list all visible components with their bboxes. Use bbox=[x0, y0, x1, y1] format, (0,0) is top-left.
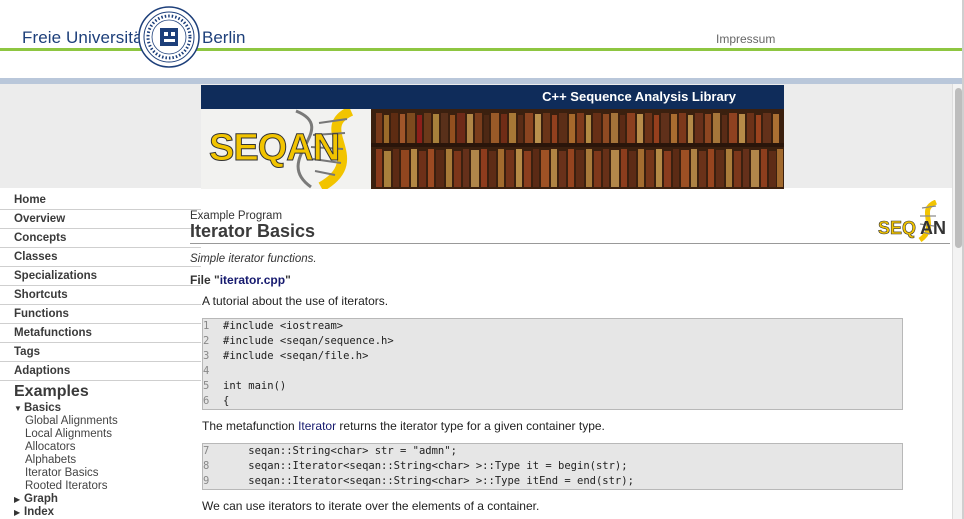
nav-shortcuts[interactable]: Shortcuts bbox=[0, 286, 201, 305]
code-line: 5 int main() bbox=[203, 379, 902, 394]
file-heading-suffix: " bbox=[285, 273, 291, 287]
paragraph-text: returns the iterator type for a given co… bbox=[336, 419, 605, 433]
tree-item-iterator-basics[interactable]: Iterator Basics bbox=[14, 467, 204, 480]
university-seal-icon[interactable] bbox=[138, 6, 200, 68]
impressum-link[interactable]: Impressum bbox=[716, 32, 775, 46]
seqan-logo-icon: SEQ AN bbox=[878, 200, 946, 242]
metafunction-paragraph: The metafunction Iterator returns the it… bbox=[202, 419, 605, 433]
tree-node-label: Index bbox=[24, 506, 55, 518]
code-line: 9 seqan::Iterator<seqan::String<char> >:… bbox=[203, 474, 902, 489]
paragraph-text: The metafunction bbox=[202, 419, 299, 433]
code-line: 1 #include <iostream> bbox=[203, 319, 902, 334]
nav-concepts[interactable]: Concepts bbox=[0, 229, 201, 248]
line-number: 4 bbox=[203, 365, 210, 377]
nav-metafunctions[interactable]: Metafunctions bbox=[0, 324, 201, 343]
line-number: 2 bbox=[203, 335, 210, 347]
nav-tags[interactable]: Tags bbox=[0, 343, 201, 362]
expanded-triangle-icon[interactable]: ▼ bbox=[14, 402, 24, 415]
tree-node-label: Basics bbox=[24, 402, 62, 414]
banner-title-bar: C++ Sequence Analysis Library bbox=[201, 85, 784, 109]
tree-item-alphabets[interactable]: Alphabets bbox=[14, 454, 204, 467]
code-text: seqan::Iterator<seqan::String<char> >::T… bbox=[223, 475, 634, 487]
nav-functions[interactable]: Functions bbox=[0, 305, 201, 324]
svg-text:AN: AN bbox=[920, 218, 946, 238]
code-text: seqan::Iterator<seqan::String<char> >::T… bbox=[223, 460, 628, 472]
page-title: Iterator Basics bbox=[190, 221, 316, 241]
university-name[interactable]: Freie Universität bbox=[22, 28, 147, 48]
banner-title: C++ Sequence Analysis Library bbox=[542, 89, 736, 104]
tree-node-label: Graph bbox=[24, 493, 58, 505]
nav-overview[interactable]: Overview bbox=[0, 210, 201, 229]
code-block: 1 #include <iostream> 2 #include <seqan/se… bbox=[202, 318, 903, 410]
line-number: 7 bbox=[203, 445, 210, 457]
file-link[interactable]: iterator.cpp bbox=[220, 273, 285, 287]
file-heading: File "iterator.cpp" bbox=[190, 273, 291, 287]
code-block: 7 seqan::String<char> str = "admn"; 8 se… bbox=[202, 443, 903, 490]
nav-classes[interactable]: Classes bbox=[0, 248, 201, 267]
tree-node-graph[interactable]: ▶ Graph bbox=[14, 493, 204, 506]
line-number: 6 bbox=[203, 395, 210, 407]
code-text: #include <iostream> bbox=[223, 320, 344, 332]
code-line: 2 #include <seqan/sequence.h> bbox=[203, 334, 902, 349]
university-city[interactable]: Berlin bbox=[202, 28, 245, 48]
tree-node-basics[interactable]: ▼ Basics bbox=[14, 402, 204, 415]
line-number: 8 bbox=[203, 460, 210, 472]
page-subtitle: Simple iterator functions. bbox=[190, 253, 317, 265]
banner-logo-text: SEQAN bbox=[208, 127, 340, 170]
intro-paragraph: A tutorial about the use of iterators. bbox=[202, 294, 389, 308]
svg-text:SEQ: SEQ bbox=[878, 218, 916, 238]
collapsed-triangle-icon[interactable]: ▶ bbox=[14, 493, 24, 506]
tree-item-local-alignments[interactable]: Local Alignments bbox=[14, 428, 204, 441]
line-number: 3 bbox=[203, 350, 210, 362]
nav-home[interactable]: Home bbox=[0, 191, 201, 210]
line-number: 1 bbox=[203, 320, 210, 332]
code-text: seqan::String<char> str = "admn"; bbox=[223, 445, 457, 457]
title-divider bbox=[190, 243, 950, 244]
examples-heading[interactable]: Examples bbox=[14, 383, 89, 401]
tree-item-rooted-iterators[interactable]: Rooted Iterators bbox=[14, 480, 204, 493]
sidebar-nav: Home Overview Concepts Classes Specializ… bbox=[0, 191, 201, 381]
nav-adaptions[interactable]: Adaptions bbox=[0, 362, 201, 381]
seqan-banner: C++ Sequence Analysis Library SEQAN bbox=[201, 85, 784, 189]
collapsed-triangle-icon[interactable]: ▶ bbox=[14, 506, 24, 519]
examples-tree: ▼ Basics Global Alignments Local Alignmen… bbox=[14, 402, 204, 519]
tree-item-global-alignments[interactable]: Global Alignments bbox=[14, 415, 204, 428]
tree-node-index[interactable]: ▶ Index bbox=[14, 506, 204, 519]
code-text: { bbox=[223, 395, 230, 407]
line-number: 9 bbox=[203, 475, 210, 487]
file-heading-prefix: File " bbox=[190, 273, 220, 287]
nav-specializations[interactable]: Specializations bbox=[0, 267, 201, 286]
code-text: int main() bbox=[223, 380, 287, 392]
main-content: Example Program Iterator Basics SEQ AN S… bbox=[190, 188, 964, 519]
code-line: 8 seqan::Iterator<seqan::String<char> >:… bbox=[203, 459, 902, 474]
tree-item-allocators[interactable]: Allocators bbox=[14, 441, 204, 454]
code-line: 7 seqan::String<char> str = "admn"; bbox=[203, 444, 902, 459]
page: Freie Universität Berlin Impressum C++ S… bbox=[0, 0, 964, 519]
code-text: #include <seqan/sequence.h> bbox=[223, 335, 394, 347]
code-line: 3 #include <seqan/file.h> bbox=[203, 349, 902, 364]
site-header: Freie Universität Berlin Impressum bbox=[0, 0, 964, 78]
code-text: #include <seqan/file.h> bbox=[223, 350, 369, 362]
line-number: 5 bbox=[203, 380, 210, 392]
code-line: 6{ bbox=[203, 394, 902, 409]
iterator-link[interactable]: Iterator bbox=[298, 419, 336, 433]
iteration-paragraph: We can use iterators to iterate over the… bbox=[202, 499, 540, 513]
scrollbar-thumb[interactable] bbox=[955, 88, 962, 248]
code-line: 4 bbox=[203, 364, 902, 379]
sidebar: Home Overview Concepts Classes Specializ… bbox=[0, 188, 201, 519]
